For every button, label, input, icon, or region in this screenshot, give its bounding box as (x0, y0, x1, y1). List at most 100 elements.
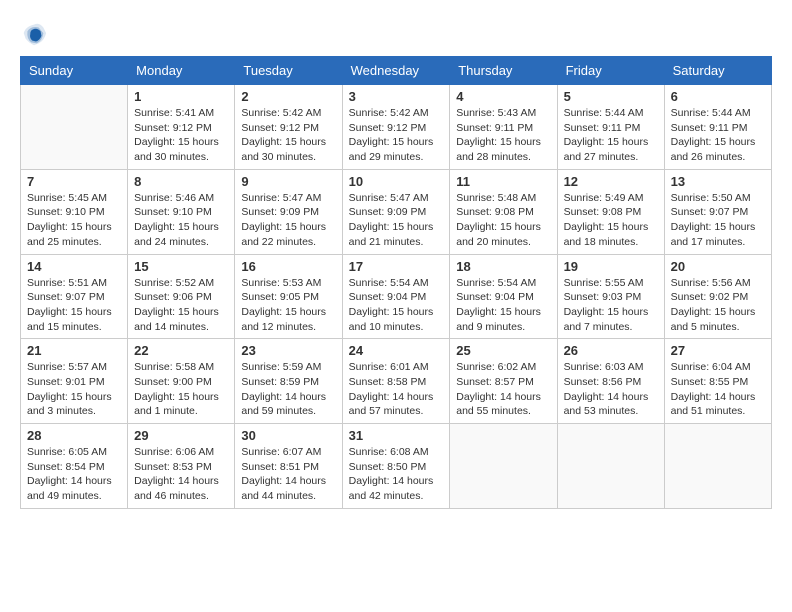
calendar-cell (557, 424, 664, 509)
day-info: Sunrise: 5:44 AM Sunset: 9:11 PM Dayligh… (564, 106, 658, 165)
day-number: 31 (349, 428, 444, 443)
calendar-cell: 23 Sunrise: 5:59 AM Sunset: 8:59 PM Dayli… (235, 339, 342, 424)
day-number: 23 (241, 343, 335, 358)
calendar-cell: 20 Sunrise: 5:56 AM Sunset: 9:02 PM Dayli… (664, 254, 771, 339)
day-number: 22 (134, 343, 228, 358)
day-info: Sunrise: 5:47 AM Sunset: 9:09 PM Dayligh… (349, 191, 444, 250)
day-number: 28 (27, 428, 121, 443)
calendar-cell: 30 Sunrise: 6:07 AM Sunset: 8:51 PM Dayli… (235, 424, 342, 509)
day-info: Sunrise: 5:45 AM Sunset: 9:10 PM Dayligh… (27, 191, 121, 250)
column-header-saturday: Saturday (664, 57, 771, 85)
day-info: Sunrise: 5:47 AM Sunset: 9:09 PM Dayligh… (241, 191, 335, 250)
calendar-cell (21, 85, 128, 170)
day-info: Sunrise: 5:46 AM Sunset: 9:10 PM Dayligh… (134, 191, 228, 250)
calendar-cell: 11 Sunrise: 5:48 AM Sunset: 9:08 PM Dayli… (450, 169, 557, 254)
calendar-cell: 18Sunrise: 5:54 AM Sunset: 9:04 PM Dayli… (450, 254, 557, 339)
day-number: 15 (134, 259, 228, 274)
day-info: Sunrise: 5:50 AM Sunset: 9:07 PM Dayligh… (671, 191, 765, 250)
calendar-cell: 24Sunrise: 6:01 AM Sunset: 8:58 PM Dayli… (342, 339, 450, 424)
calendar-cell: 16 Sunrise: 5:53 AM Sunset: 9:05 PM Dayli… (235, 254, 342, 339)
logo (20, 20, 52, 48)
calendar-week-row: 14 Sunrise: 5:51 AM Sunset: 9:07 PM Dayli… (21, 254, 772, 339)
day-number: 6 (671, 89, 765, 104)
day-info: Sunrise: 5:42 AM Sunset: 9:12 PM Dayligh… (241, 106, 335, 165)
day-info: Sunrise: 6:02 AM Sunset: 8:57 PM Dayligh… (456, 360, 550, 419)
day-number: 25 (456, 343, 550, 358)
day-number: 21 (27, 343, 121, 358)
page-header (20, 20, 772, 48)
calendar-cell: 7 Sunrise: 5:45 AM Sunset: 9:10 PM Daylig… (21, 169, 128, 254)
calendar-cell: 5 Sunrise: 5:44 AM Sunset: 9:11 PM Daylig… (557, 85, 664, 170)
day-number: 14 (27, 259, 121, 274)
calendar-cell: 15 Sunrise: 5:52 AM Sunset: 9:06 PM Dayli… (128, 254, 235, 339)
column-header-sunday: Sunday (21, 57, 128, 85)
day-number: 5 (564, 89, 658, 104)
day-info: Sunrise: 5:53 AM Sunset: 9:05 PM Dayligh… (241, 276, 335, 335)
calendar-cell: 12 Sunrise: 5:49 AM Sunset: 9:08 PM Dayli… (557, 169, 664, 254)
column-header-wednesday: Wednesday (342, 57, 450, 85)
day-info: Sunrise: 5:55 AM Sunset: 9:03 PM Dayligh… (564, 276, 658, 335)
calendar-cell (664, 424, 771, 509)
day-number: 11 (456, 174, 550, 189)
day-number: 16 (241, 259, 335, 274)
calendar-cell: 6Sunrise: 5:44 AM Sunset: 9:11 PM Daylig… (664, 85, 771, 170)
day-info: Sunrise: 5:57 AM Sunset: 9:01 PM Dayligh… (27, 360, 121, 419)
day-number: 3 (349, 89, 444, 104)
day-info: Sunrise: 5:52 AM Sunset: 9:06 PM Dayligh… (134, 276, 228, 335)
day-number: 9 (241, 174, 335, 189)
day-info: Sunrise: 5:54 AM Sunset: 9:04 PM Dayligh… (349, 276, 444, 335)
day-number: 29 (134, 428, 228, 443)
logo-icon (20, 20, 48, 48)
day-number: 8 (134, 174, 228, 189)
calendar-cell: 17Sunrise: 5:54 AM Sunset: 9:04 PM Dayli… (342, 254, 450, 339)
day-number: 12 (564, 174, 658, 189)
day-info: Sunrise: 5:49 AM Sunset: 9:08 PM Dayligh… (564, 191, 658, 250)
day-number: 2 (241, 89, 335, 104)
calendar-cell: 25 Sunrise: 6:02 AM Sunset: 8:57 PM Dayli… (450, 339, 557, 424)
day-info: Sunrise: 5:56 AM Sunset: 9:02 PM Dayligh… (671, 276, 765, 335)
day-number: 19 (564, 259, 658, 274)
calendar-week-row: 1 Sunrise: 5:41 AM Sunset: 9:12 PM Daylig… (21, 85, 772, 170)
day-number: 20 (671, 259, 765, 274)
day-info: Sunrise: 5:48 AM Sunset: 9:08 PM Dayligh… (456, 191, 550, 250)
calendar-cell: 14 Sunrise: 5:51 AM Sunset: 9:07 PM Dayli… (21, 254, 128, 339)
calendar-header-row: SundayMondayTuesdayWednesdayThursdayFrid… (21, 57, 772, 85)
day-info: Sunrise: 5:42 AM Sunset: 9:12 PM Dayligh… (349, 106, 444, 165)
calendar-cell: 1 Sunrise: 5:41 AM Sunset: 9:12 PM Daylig… (128, 85, 235, 170)
day-number: 30 (241, 428, 335, 443)
day-info: Sunrise: 5:59 AM Sunset: 8:59 PM Dayligh… (241, 360, 335, 419)
column-header-monday: Monday (128, 57, 235, 85)
day-info: Sunrise: 6:03 AM Sunset: 8:56 PM Dayligh… (564, 360, 658, 419)
day-number: 10 (349, 174, 444, 189)
column-header-tuesday: Tuesday (235, 57, 342, 85)
calendar-week-row: 7 Sunrise: 5:45 AM Sunset: 9:10 PM Daylig… (21, 169, 772, 254)
day-number: 1 (134, 89, 228, 104)
calendar-week-row: 21 Sunrise: 5:57 AM Sunset: 9:01 PM Dayli… (21, 339, 772, 424)
day-number: 27 (671, 343, 765, 358)
day-info: Sunrise: 6:08 AM Sunset: 8:50 PM Dayligh… (349, 445, 444, 504)
day-number: 18 (456, 259, 550, 274)
calendar-cell: 2 Sunrise: 5:42 AM Sunset: 9:12 PM Daylig… (235, 85, 342, 170)
calendar-cell: 10 Sunrise: 5:47 AM Sunset: 9:09 PM Dayli… (342, 169, 450, 254)
calendar-table: SundayMondayTuesdayWednesdayThursdayFrid… (20, 56, 772, 509)
calendar-cell: 13Sunrise: 5:50 AM Sunset: 9:07 PM Dayli… (664, 169, 771, 254)
calendar-cell: 21 Sunrise: 5:57 AM Sunset: 9:01 PM Dayli… (21, 339, 128, 424)
day-number: 26 (564, 343, 658, 358)
calendar-cell: 31 Sunrise: 6:08 AM Sunset: 8:50 PM Dayli… (342, 424, 450, 509)
day-number: 4 (456, 89, 550, 104)
calendar-cell: 28 Sunrise: 6:05 AM Sunset: 8:54 PM Dayli… (21, 424, 128, 509)
day-number: 7 (27, 174, 121, 189)
day-info: Sunrise: 6:01 AM Sunset: 8:58 PM Dayligh… (349, 360, 444, 419)
calendar-week-row: 28 Sunrise: 6:05 AM Sunset: 8:54 PM Dayli… (21, 424, 772, 509)
column-header-friday: Friday (557, 57, 664, 85)
day-info: Sunrise: 5:41 AM Sunset: 9:12 PM Dayligh… (134, 106, 228, 165)
calendar-cell: 22 Sunrise: 5:58 AM Sunset: 9:00 PM Dayli… (128, 339, 235, 424)
calendar-cell (450, 424, 557, 509)
day-info: Sunrise: 5:51 AM Sunset: 9:07 PM Dayligh… (27, 276, 121, 335)
calendar-cell: 8 Sunrise: 5:46 AM Sunset: 9:10 PM Daylig… (128, 169, 235, 254)
calendar-cell: 26 Sunrise: 6:03 AM Sunset: 8:56 PM Dayli… (557, 339, 664, 424)
calendar-cell: 27Sunrise: 6:04 AM Sunset: 8:55 PM Dayli… (664, 339, 771, 424)
day-info: Sunrise: 6:07 AM Sunset: 8:51 PM Dayligh… (241, 445, 335, 504)
day-info: Sunrise: 6:05 AM Sunset: 8:54 PM Dayligh… (27, 445, 121, 504)
day-info: Sunrise: 5:58 AM Sunset: 9:00 PM Dayligh… (134, 360, 228, 419)
